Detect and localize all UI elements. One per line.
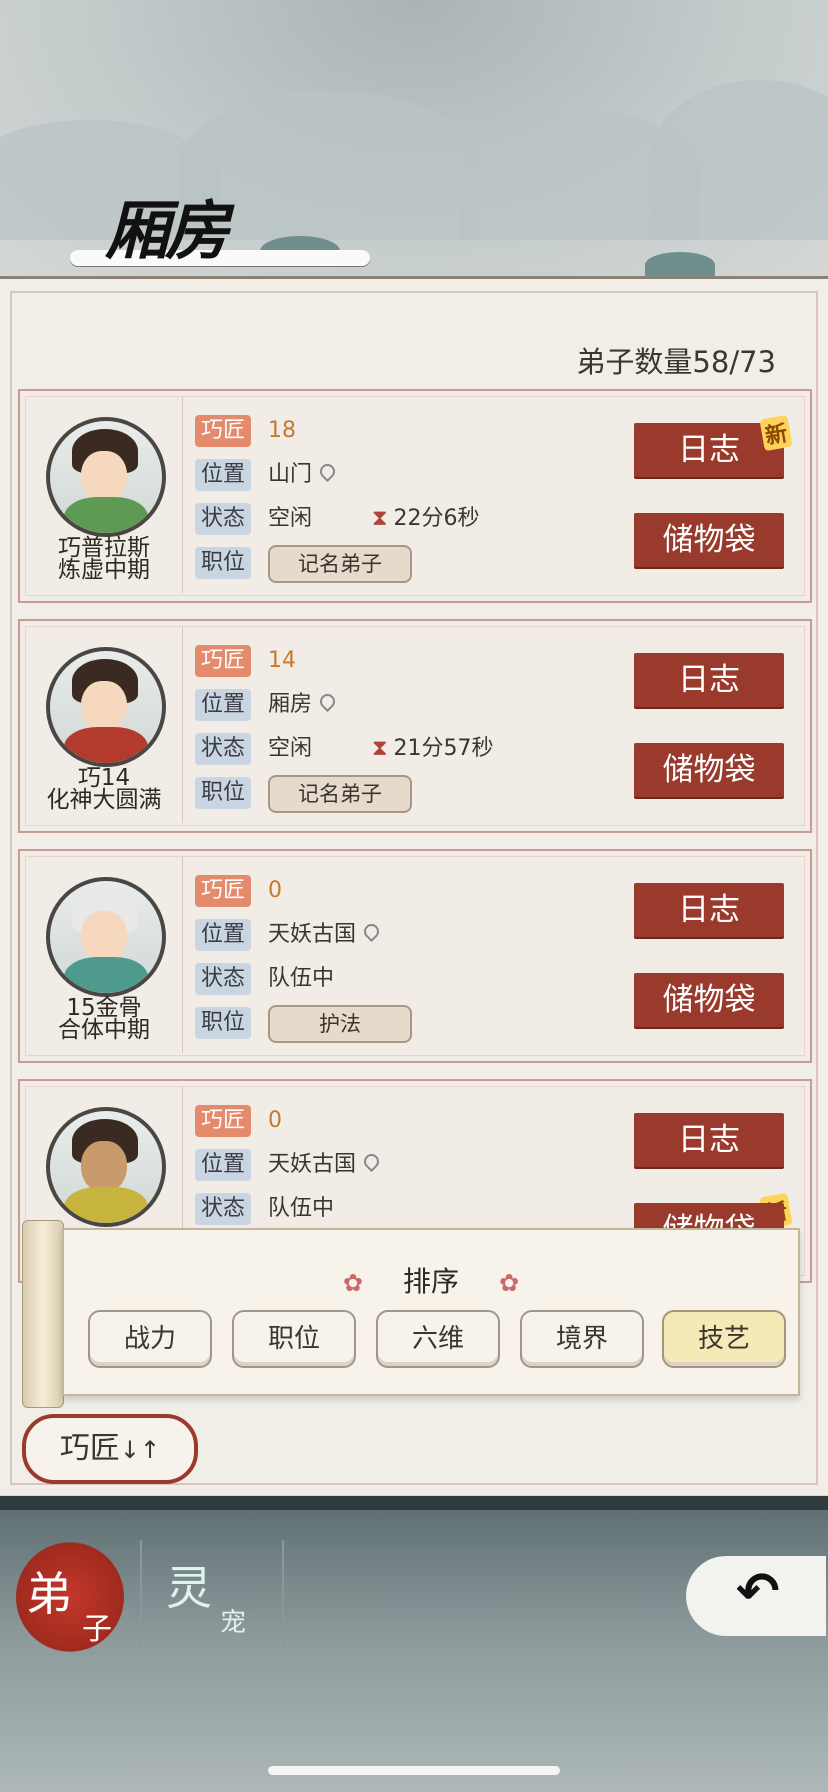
disciple-card[interactable]: 巧普拉斯 炼虚中期 巧匠 18 位置 山门 状态 空闲 ⧗ 22分6秒 职位 记名… xyxy=(18,389,812,603)
location-value[interactable]: 天妖古国 xyxy=(268,919,383,951)
sort-option-six-stats[interactable]: 六维 xyxy=(376,1310,500,1368)
status-value: 队伍中 xyxy=(268,1196,335,1221)
status-tag: 状态 xyxy=(195,733,251,765)
bag-button[interactable]: 储物袋 xyxy=(634,973,784,1027)
location-pin-icon xyxy=(360,920,383,943)
sort-option-position[interactable]: 职位 xyxy=(232,1310,356,1368)
sort-option-skill[interactable]: 技艺 xyxy=(662,1310,786,1368)
rank-badge[interactable]: 护法 xyxy=(268,1005,412,1043)
page-title-text: 厢房 xyxy=(105,194,229,269)
bottom-nav: 弟 子 灵 宠 ↶ xyxy=(0,1496,828,1792)
disciple-name: 巧14 xyxy=(77,765,131,791)
rank-badge[interactable]: 记名弟子 xyxy=(268,775,412,813)
tab-pets[interactable]: 灵 宠 xyxy=(156,1542,280,1652)
disciple-count: 弟子数量58/73 xyxy=(576,345,776,379)
disciple-name: 巧普拉斯 xyxy=(58,535,150,561)
status-value: 空闲 xyxy=(268,506,313,531)
skill-tag: 巧匠 xyxy=(195,1105,251,1137)
log-button[interactable]: 日志 xyxy=(634,883,784,937)
flower-icon: ✿ xyxy=(499,1269,520,1297)
disciple-name: 15金骨 xyxy=(66,995,142,1021)
scroll-roll-decoration xyxy=(22,1220,64,1408)
avatar[interactable] xyxy=(46,647,166,767)
log-button[interactable]: 日志 xyxy=(634,1113,784,1167)
sort-option-realm[interactable]: 境界 xyxy=(520,1310,644,1368)
location-value[interactable]: 天妖古国 xyxy=(268,1149,383,1181)
timer: ⧗ 22分6秒 xyxy=(372,506,480,531)
disciple-realm: 炼虚中期 xyxy=(58,557,150,583)
location-tag: 位置 xyxy=(195,919,251,951)
sort-popup: ✿ 排序 ✿ 战力 职位 六维 境界 技艺 xyxy=(62,1228,800,1396)
sort-toggle-button[interactable]: 巧匠↓↑ xyxy=(22,1414,198,1484)
location-tag: 位置 xyxy=(195,689,251,721)
location-value[interactable]: 山门 xyxy=(268,459,339,491)
avatar[interactable] xyxy=(46,1107,166,1227)
status-tag: 状态 xyxy=(195,1193,251,1225)
flower-icon: ✿ xyxy=(342,1269,363,1297)
hourglass-icon: ⧗ xyxy=(372,736,388,761)
avatar[interactable] xyxy=(46,877,166,997)
location-tag: 位置 xyxy=(195,459,251,491)
position-tag: 职位 xyxy=(195,1007,251,1039)
skill-value: 0 xyxy=(268,878,282,903)
disciple-card[interactable]: 15金骨 合体中期 巧匠 0 位置 天妖古国 状态 队伍中 职位 护法 日志 储… xyxy=(18,849,812,1063)
page-title: 厢房 xyxy=(70,180,430,280)
hourglass-icon: ⧗ xyxy=(372,506,388,531)
disciple-realm: 合体中期 xyxy=(58,1017,150,1043)
location-tag: 位置 xyxy=(195,1149,251,1181)
bag-button[interactable]: 储物袋 xyxy=(634,743,784,797)
sort-order-icon: ↓↑ xyxy=(119,1436,161,1464)
bag-button[interactable]: 储物袋 xyxy=(634,513,784,567)
home-indicator[interactable] xyxy=(268,1766,560,1775)
skill-value: 0 xyxy=(268,1108,282,1133)
skill-tag: 巧匠 xyxy=(195,875,251,907)
status-value: 空闲 xyxy=(268,736,313,761)
location-pin-icon xyxy=(316,690,339,713)
pine-decoration-icon xyxy=(645,252,715,278)
avatar[interactable] xyxy=(46,417,166,537)
location-pin-icon xyxy=(360,1150,383,1173)
status-tag: 状态 xyxy=(195,503,251,535)
disciple-realm: 化神大圆满 xyxy=(46,787,162,813)
sort-option-power[interactable]: 战力 xyxy=(88,1310,212,1368)
back-button[interactable]: ↶ xyxy=(686,1556,826,1636)
skill-tag: 巧匠 xyxy=(195,415,251,447)
position-tag: 职位 xyxy=(195,547,251,579)
skill-tag: 巧匠 xyxy=(195,645,251,677)
skill-value: 14 xyxy=(268,648,296,673)
position-tag: 职位 xyxy=(195,777,251,809)
status-value: 队伍中 xyxy=(268,966,335,991)
location-pin-icon xyxy=(316,460,339,483)
new-badge: 新 xyxy=(759,414,793,452)
disciple-card[interactable]: 巧14 化神大圆满 巧匠 14 位置 厢房 状态 空闲 ⧗ 21分57秒 职位 记… xyxy=(18,619,812,833)
skill-value: 18 xyxy=(268,418,296,443)
rank-badge[interactable]: 记名弟子 xyxy=(268,545,412,583)
location-value[interactable]: 厢房 xyxy=(268,689,339,721)
log-button[interactable]: 日志 xyxy=(634,653,784,707)
status-tag: 状态 xyxy=(195,963,251,995)
sort-title: ✿ 排序 ✿ xyxy=(342,1265,520,1298)
timer: ⧗ 21分57秒 xyxy=(372,736,494,761)
back-arrow-icon: ↶ xyxy=(736,1562,780,1622)
tab-disciples[interactable]: 弟 子 xyxy=(16,1542,124,1652)
